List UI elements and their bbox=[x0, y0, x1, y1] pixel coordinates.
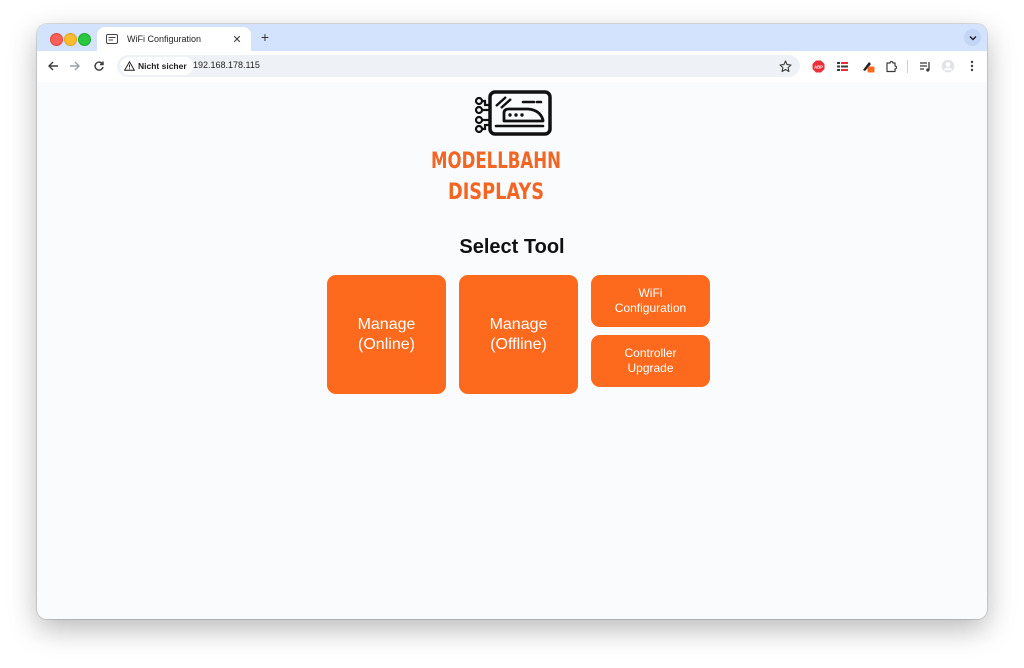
tab-strip: WiFi Configuration ✕ + bbox=[37, 24, 987, 51]
profile-icon bbox=[941, 59, 955, 73]
security-label: Nicht sicher bbox=[138, 61, 187, 71]
reload-button[interactable] bbox=[91, 58, 107, 74]
adblock-extension-button[interactable]: ABP bbox=[810, 58, 826, 74]
minimize-window-button[interactable] bbox=[64, 33, 77, 46]
arrow-right-icon bbox=[70, 61, 80, 71]
tab-wifi-configuration[interactable]: WiFi Configuration ✕ bbox=[97, 27, 251, 51]
tab-search-button[interactable] bbox=[964, 29, 981, 46]
page-content: MODELLBAHN DISPLAYS Select Tool Manage (… bbox=[37, 82, 987, 619]
svg-text:ABP: ABP bbox=[814, 64, 823, 69]
manage-online-button[interactable]: Manage (Online) bbox=[327, 275, 446, 394]
abp-icon: ABP bbox=[812, 60, 824, 72]
tab-close-icon[interactable]: ✕ bbox=[231, 33, 243, 46]
controller-upgrade-label: Controller Upgrade bbox=[624, 346, 677, 375]
controller-upgrade-button[interactable]: Controller Upgrade bbox=[591, 335, 710, 387]
new-tab-button[interactable]: + bbox=[257, 29, 273, 45]
media-controls-button[interactable] bbox=[917, 58, 933, 74]
arrow-left-icon bbox=[48, 61, 58, 71]
pen-extension-button[interactable] bbox=[860, 58, 876, 74]
extensions-button[interactable] bbox=[883, 58, 899, 74]
security-chip[interactable]: Nicht sicher bbox=[120, 57, 193, 75]
address-bar[interactable]: Nicht sicher 192.168.178.115 bbox=[117, 55, 800, 77]
browser-toolbar: Nicht sicher 192.168.178.115 ABP bbox=[37, 51, 987, 83]
media-icon bbox=[919, 61, 930, 72]
train-display-icon: MODELLBAHN DISPLAYS bbox=[431, 90, 561, 205]
wifi-configuration-button[interactable]: WiFi Configuration bbox=[591, 275, 710, 327]
site-logo: MODELLBAHN DISPLAYS bbox=[422, 89, 570, 209]
profile-button[interactable] bbox=[940, 58, 956, 74]
reload-icon bbox=[94, 61, 104, 71]
maximize-window-button[interactable] bbox=[78, 33, 91, 46]
bookmark-button[interactable] bbox=[778, 59, 792, 73]
close-window-button[interactable] bbox=[50, 33, 63, 46]
logo-text-line1: MODELLBAHN bbox=[431, 149, 561, 174]
logo-text-line2: DISPLAYS bbox=[448, 180, 544, 205]
puzzle-icon bbox=[885, 60, 897, 72]
url-text[interactable]: 192.168.178.115 bbox=[193, 60, 260, 70]
pen-icon bbox=[863, 62, 875, 73]
manage-offline-label: Manage (Offline) bbox=[489, 315, 548, 353]
tasks-extension-button[interactable] bbox=[834, 58, 850, 74]
toolbar-separator bbox=[907, 60, 908, 73]
warning-icon bbox=[124, 61, 135, 71]
star-icon bbox=[778, 59, 792, 72]
back-button[interactable] bbox=[45, 58, 61, 74]
wifi-configuration-label: WiFi Configuration bbox=[614, 286, 687, 315]
browser-menu-button[interactable] bbox=[964, 58, 980, 74]
more-vertical-icon bbox=[970, 60, 974, 72]
tab-title: WiFi Configuration bbox=[127, 34, 202, 44]
browser-window: WiFi Configuration ✕ + Nicht sicher 192.… bbox=[37, 24, 987, 619]
chevron-down-icon bbox=[969, 35, 976, 40]
manage-online-label: Manage (Online) bbox=[357, 315, 416, 353]
tasks-icon bbox=[836, 61, 848, 71]
manage-offline-button[interactable]: Manage (Offline) bbox=[459, 275, 578, 394]
forward-button[interactable] bbox=[67, 58, 83, 74]
page-favicon-icon bbox=[105, 32, 119, 46]
page-title: Select Tool bbox=[459, 236, 565, 258]
